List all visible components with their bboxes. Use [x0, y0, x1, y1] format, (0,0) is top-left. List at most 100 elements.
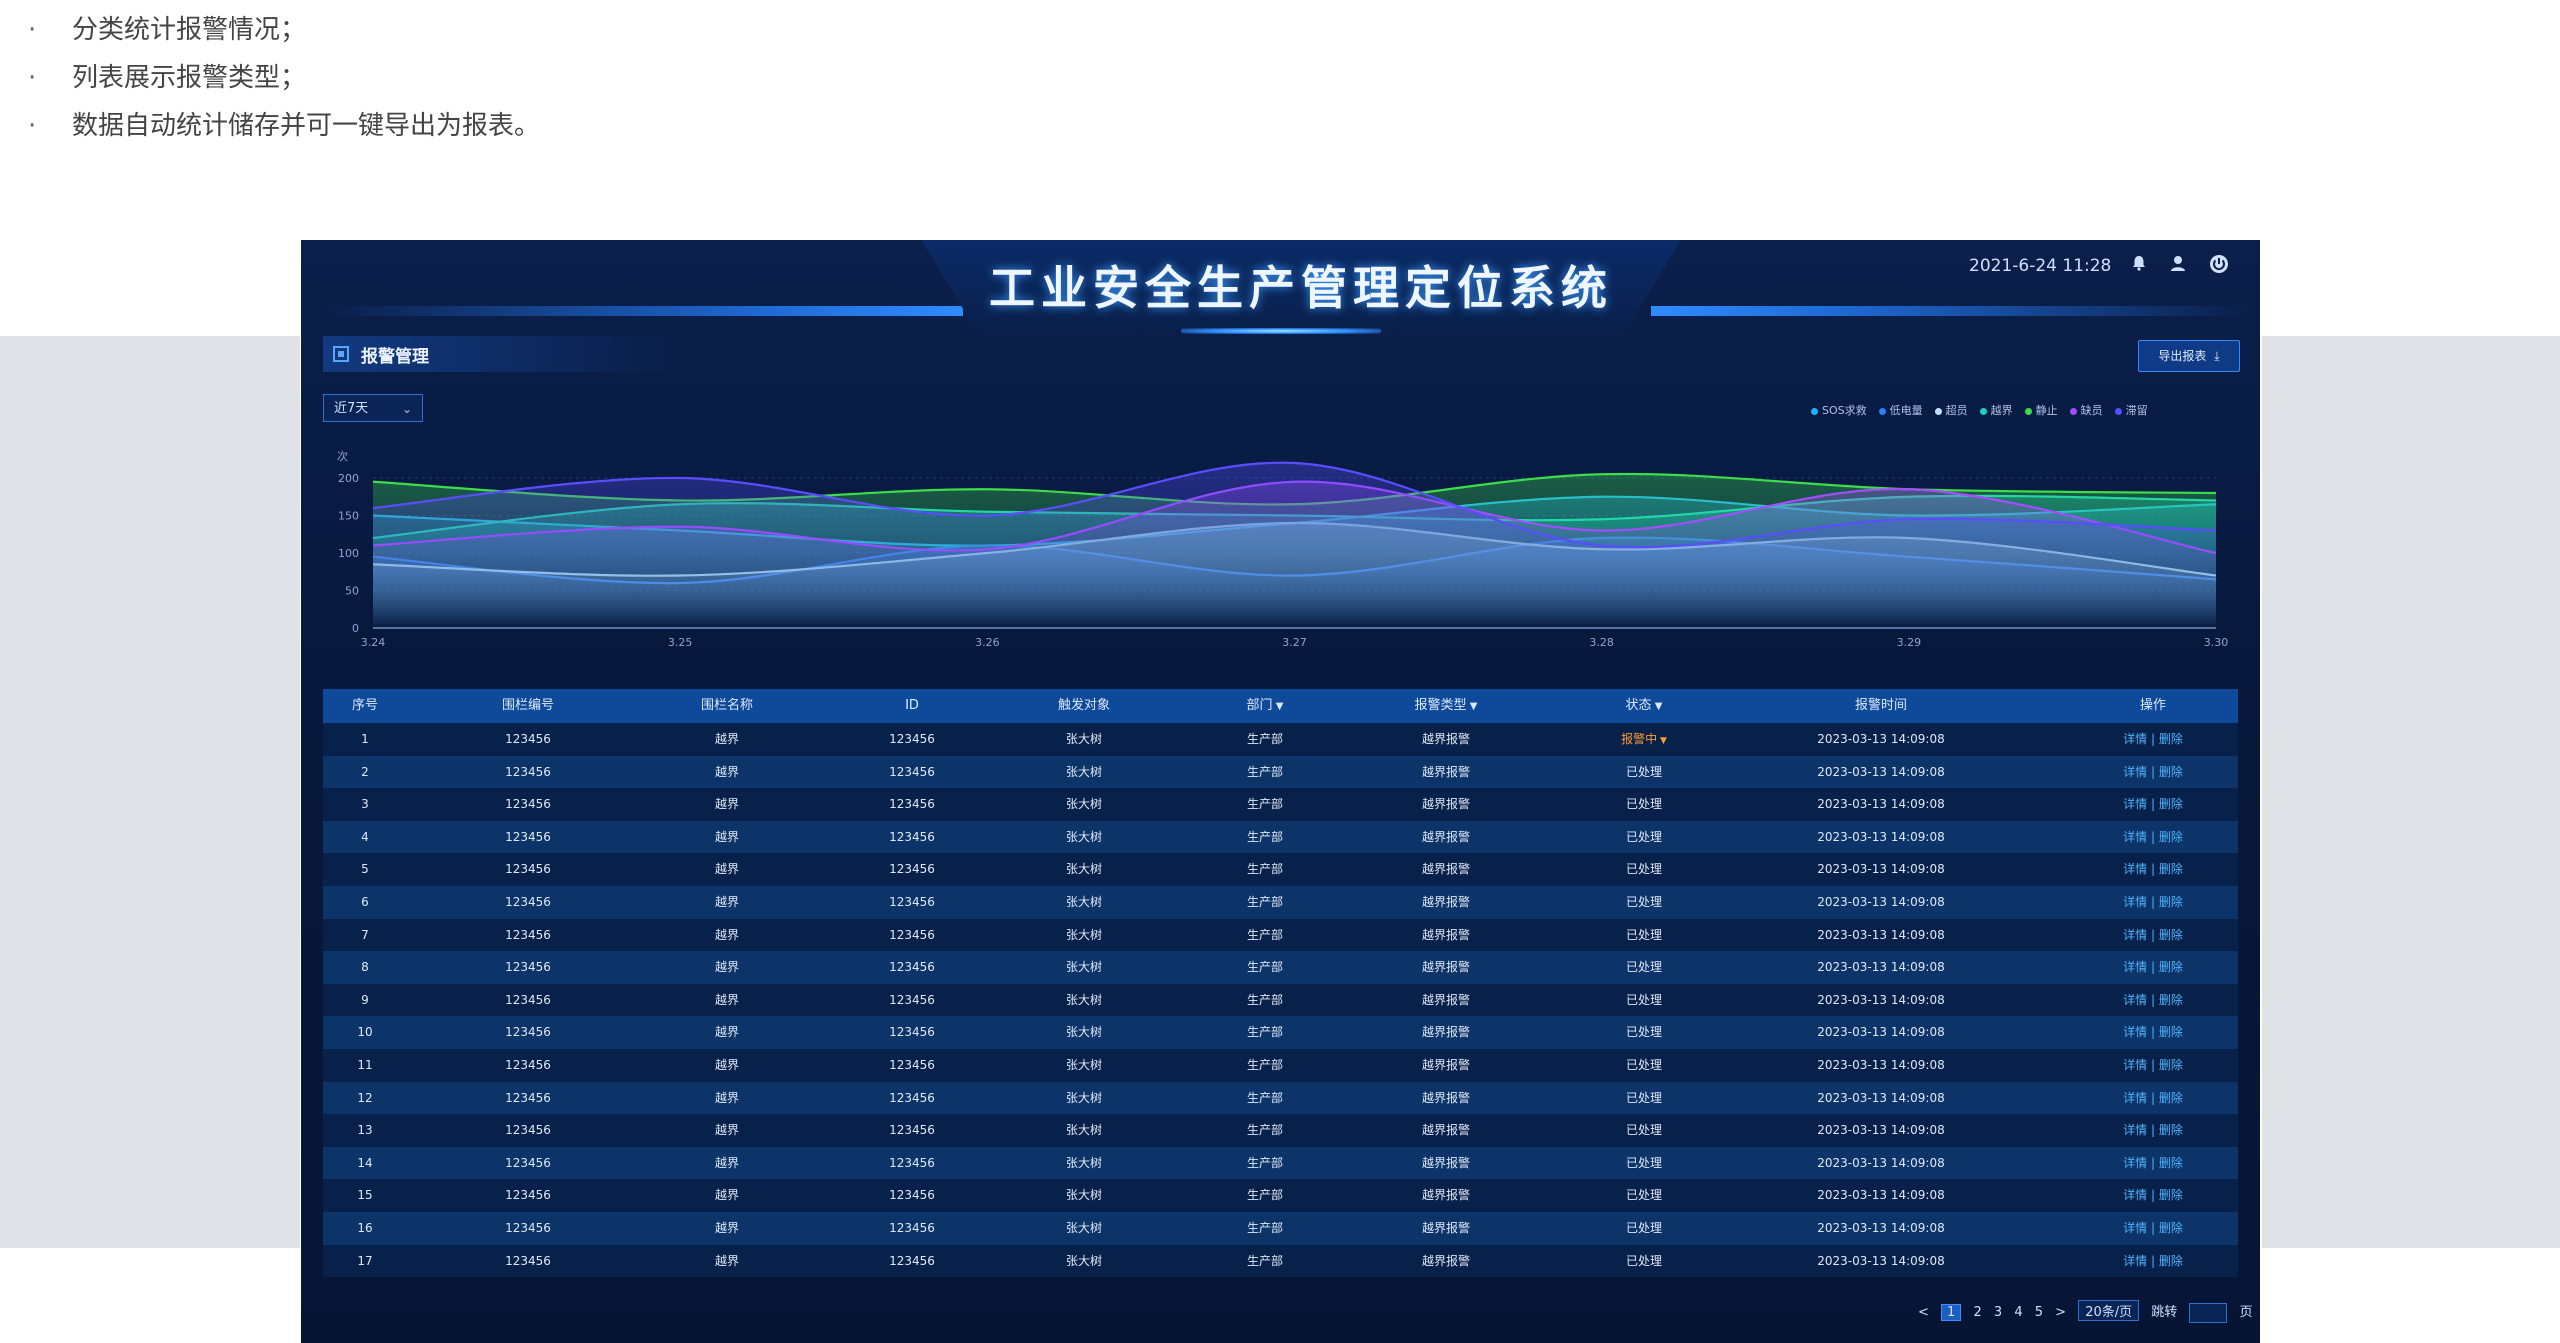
y-tick-label: 50 — [345, 585, 359, 598]
row-actions[interactable]: 详情 | 删除 — [2073, 723, 2233, 755]
row-actions[interactable]: 详情 | 删除 — [2073, 1082, 2233, 1114]
table-row: 17 123456 越界 123456 张大树 生产部 越界报警 已处理 2023-03-13 … — [323, 1244, 2238, 1278]
x-tick-label: 3.27 — [1282, 636, 1307, 649]
row-actions[interactable]: 详情 | 删除 — [2073, 1245, 2233, 1277]
row-actions[interactable]: 详情 | 删除 — [2073, 853, 2233, 885]
column-header[interactable]: 部门 ▼ — [1190, 689, 1340, 723]
datetime: 2021-6-24 11:28 — [1969, 256, 2112, 276]
table-cell: 4 — [361, 829, 369, 844]
export-button[interactable]: 导出报表 ⤓ — [2138, 340, 2240, 372]
row-actions[interactable]: 详情 | 删除 — [2073, 788, 2233, 820]
row-actions[interactable]: 详情 | 删除 — [2073, 984, 2233, 1016]
row-actions[interactable]: 详情 | 删除 — [2073, 951, 2233, 983]
page-button-4[interactable]: 4 — [2014, 1305, 2022, 1320]
legend-label: 滞留 — [2125, 404, 2148, 417]
table-cell: 越界报警 — [1421, 894, 1470, 909]
header-decoration-left — [323, 306, 963, 316]
row-actions[interactable]: 详情 | 删除 — [2073, 821, 2233, 853]
table-cell: 越界 — [714, 1220, 739, 1235]
date-range-select[interactable]: 近7天 ⌄ — [323, 394, 423, 422]
row-actions[interactable]: 详情 | 删除 — [2073, 1212, 2233, 1244]
table-cell: 越界 — [714, 1253, 739, 1268]
table-cell: 生产部 — [1246, 862, 1283, 877]
table-cell: 生产部 — [1246, 829, 1283, 844]
page-button-3[interactable]: 3 — [1994, 1305, 2002, 1320]
caret-down-icon: ▼ — [1466, 701, 1478, 712]
legend-item[interactable]: 低电量 — [1878, 402, 1923, 418]
column-header[interactable]: 报警类型 ▼ — [1361, 689, 1531, 723]
table-cell: 2023-03-13 14:09:08 — [1817, 1253, 1945, 1268]
table-cell: 越界报警 — [1421, 992, 1470, 1007]
legend-item[interactable]: SOS求救 — [1811, 402, 1867, 418]
table-cell: 123456 — [889, 764, 935, 779]
table-cell: 123456 — [505, 764, 551, 779]
table-cell: 2023-03-13 14:09:08 — [1817, 1188, 1945, 1203]
table-cell: 生产部 — [1246, 1188, 1283, 1203]
table-row: 14 123456 越界 123456 张大树 生产部 越界报警 已处理 2023-03-13 … — [323, 1146, 2238, 1180]
table-cell: 已处理 — [1625, 894, 1662, 909]
x-tick-label: 3.30 — [2204, 636, 2229, 649]
feature-item: · 数据自动统计储存并可一键导出为报表。 — [22, 102, 540, 150]
row-actions[interactable]: 详情 | 删除 — [2073, 1179, 2233, 1211]
x-tick-label: 3.24 — [361, 636, 386, 649]
legend-item[interactable]: 缺员 — [2069, 402, 2103, 418]
row-actions[interactable]: 详情 | 删除 — [2073, 1016, 2233, 1048]
power-icon[interactable] — [2208, 254, 2230, 276]
table-cell: 张大树 — [1065, 1057, 1102, 1072]
download-icon: ⤓ — [2214, 349, 2220, 363]
table-cell: 越界报警 — [1421, 764, 1470, 779]
table-cell: 张大树 — [1065, 927, 1102, 942]
table-cell: 8 — [361, 960, 369, 975]
legend-item[interactable]: 静止 — [2024, 402, 2058, 418]
table-row: 15 123456 越界 123456 张大树 生产部 越界报警 已处理 2023-03-13 … — [323, 1179, 2238, 1212]
table-cell: 生产部 — [1246, 1253, 1283, 1268]
prev-page-button[interactable]: < — [1918, 1305, 1929, 1320]
page-title: 工业安全生产管理定位系统 — [989, 261, 1613, 315]
row-actions[interactable]: 详情 | 删除 — [2073, 1114, 2233, 1146]
jump-label: 跳转 — [2151, 1305, 2178, 1320]
table-cell: 越界报警 — [1421, 732, 1470, 746]
table-cell: 越界 — [714, 1188, 739, 1203]
section-header: 报警管理 — [323, 336, 683, 372]
table-cell: 已处理 — [1625, 1220, 1662, 1235]
row-actions[interactable]: 详情 | 删除 — [2073, 1049, 2233, 1081]
table-cell: 123456 — [505, 732, 551, 746]
bell-icon[interactable] — [2128, 254, 2150, 276]
y-axis-label: 次 — [337, 449, 348, 463]
legend-item[interactable]: 越界 — [1979, 402, 2013, 418]
table-cell: 16 — [357, 1220, 373, 1235]
table-cell: 123456 — [505, 1155, 551, 1170]
legend-item[interactable]: 超员 — [1934, 402, 1968, 418]
series-area — [373, 462, 2216, 628]
table-cell: 越界 — [714, 1090, 739, 1105]
next-page-button[interactable]: > — [2055, 1305, 2066, 1320]
table-cell: 3 — [361, 797, 369, 812]
row-actions[interactable]: 详情 | 删除 — [2073, 886, 2233, 918]
table-row: 5 123456 越界 123456 张大树 生产部 越界报警 已处理 2023-03-13 1… — [323, 853, 2238, 886]
feature-item: · 列表展示报警类型； — [22, 54, 540, 102]
table-cell: 生产部 — [1246, 1057, 1283, 1072]
table-cell: 张大树 — [1065, 732, 1102, 746]
page-button-5[interactable]: 5 — [2035, 1305, 2043, 1320]
table-cell: 已处理 — [1625, 927, 1662, 942]
page-size-select[interactable]: 20条/页 — [2078, 1300, 2140, 1321]
table-cell: 生产部 — [1246, 797, 1283, 812]
column-header: 触发对象 — [1009, 689, 1159, 723]
row-actions[interactable]: 详情 | 删除 — [2073, 919, 2233, 951]
row-actions[interactable]: 详情 | 删除 — [2073, 1147, 2233, 1179]
page-suffix: 页 — [2239, 1305, 2253, 1320]
legend-item[interactable]: 滞留 — [2114, 402, 2148, 418]
page-button-1[interactable]: 1 — [1941, 1304, 1962, 1321]
row-actions[interactable]: 详情 | 删除 — [2073, 756, 2233, 788]
table-cell: 张大树 — [1065, 764, 1102, 779]
jump-input[interactable] — [2189, 1302, 2228, 1323]
column-header-label: 部门 — [1246, 698, 1273, 713]
user-icon[interactable] — [2167, 254, 2189, 276]
table-cell: 生产部 — [1246, 992, 1283, 1007]
table-cell: 12 — [357, 1090, 373, 1105]
column-header[interactable]: 状态 ▼ — [1569, 689, 1719, 723]
table-cell: 已处理 — [1625, 1025, 1662, 1040]
page-button-2[interactable]: 2 — [1973, 1305, 1981, 1320]
export-label: 导出报表 — [2158, 349, 2207, 363]
table-cell: 生产部 — [1246, 1155, 1283, 1170]
